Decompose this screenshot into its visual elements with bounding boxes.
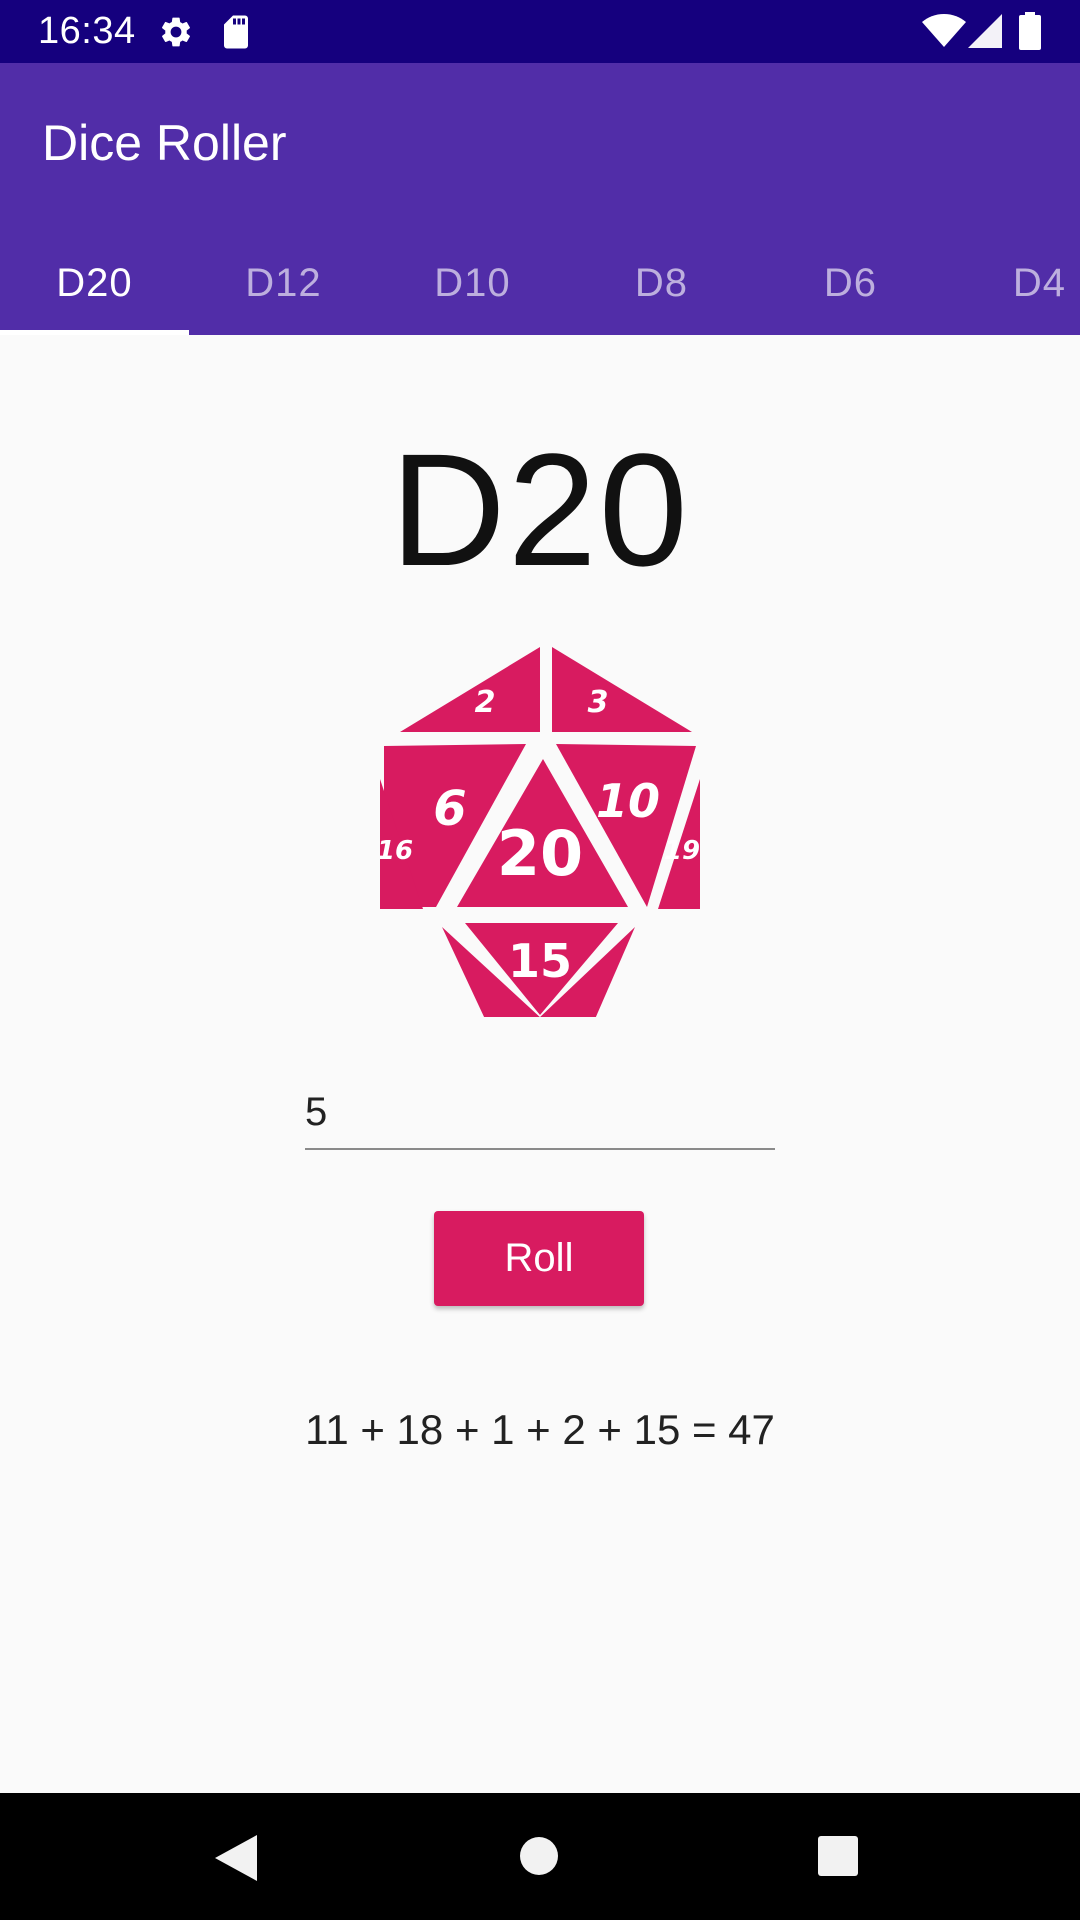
d20-die-icon: 2 3 6 10 20 16 19 15 — [380, 647, 700, 1017]
wifi-icon — [922, 14, 966, 47]
battery-icon — [1019, 12, 1041, 50]
dice-count-input[interactable] — [305, 1080, 775, 1150]
home-icon[interactable] — [519, 1836, 559, 1876]
status-bar: 16:34 — [0, 0, 1080, 63]
status-time: 16:34 — [38, 10, 136, 52]
face-2: 2 — [475, 685, 496, 720]
tab-d10[interactable]: D10 — [378, 233, 567, 335]
face-6: 6 — [433, 781, 466, 837]
face-15: 15 — [508, 934, 572, 988]
signal-icon — [968, 14, 1002, 48]
tab-d4[interactable]: D4 — [945, 233, 1080, 335]
face-19: 19 — [664, 836, 700, 866]
dice-tab-strip: D20 D12 D10 D8 D6 D4 — [0, 233, 1080, 335]
back-icon[interactable] — [215, 1835, 259, 1881]
face-16: 16 — [380, 836, 413, 866]
main-content: D20 2 3 6 10 20 16 19 15 Roll 11 + 18 + … — [0, 335, 1080, 1793]
app-title: Dice Roller — [42, 115, 287, 171]
navigation-bar — [0, 1793, 1080, 1920]
gear-icon — [162, 17, 190, 47]
die-title: D20 — [390, 420, 690, 599]
tab-d20[interactable]: D20 — [0, 233, 189, 335]
face-10: 10 — [596, 774, 660, 828]
tab-d6[interactable]: D6 — [756, 233, 945, 335]
roll-result: 11 + 18 + 1 + 2 + 15 = 47 — [305, 1406, 775, 1453]
app-bar: Dice Roller D20 D12 D10 D8 D6 D4 — [0, 63, 1080, 335]
recents-icon[interactable] — [818, 1836, 858, 1876]
tab-d12[interactable]: D12 — [189, 233, 378, 335]
sd-card-icon — [224, 15, 248, 49]
face-3: 3 — [588, 685, 609, 720]
face-20: 20 — [497, 817, 583, 890]
roll-button[interactable]: Roll — [434, 1211, 644, 1306]
tab-d8[interactable]: D8 — [567, 233, 756, 335]
